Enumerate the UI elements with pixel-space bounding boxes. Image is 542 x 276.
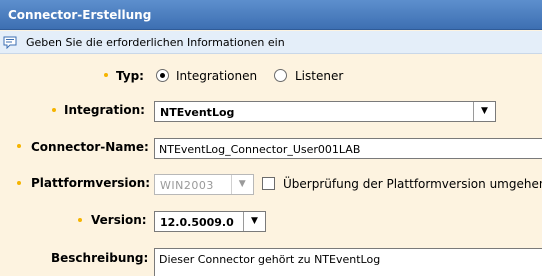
chevron-down-icon[interactable]: ▼ — [473, 102, 495, 121]
required-marker — [104, 73, 108, 77]
info-bar: Geben Sie die erforderlichen Information… — [0, 31, 542, 54]
plattformversion-select: WIN2003 ▼ — [154, 174, 254, 195]
connector-name-input[interactable]: NTEventLog_Connector_User001LAB — [154, 138, 542, 159]
connector-name-label: Connector-Name: — [31, 140, 149, 154]
typ-label: Typ: — [116, 69, 144, 83]
required-marker — [17, 144, 21, 148]
beschreibung-textarea[interactable]: Dieser Connector gehört zu NTEventLog — [154, 248, 542, 276]
integration-value: NTEventLog — [160, 106, 235, 119]
skip-version-check-checkbox[interactable] — [262, 177, 275, 190]
info-message: Geben Sie die erforderlichen Information… — [26, 36, 285, 49]
required-marker — [17, 181, 21, 185]
radio-integrationen-label[interactable]: Integrationen — [176, 69, 257, 83]
radio-listener[interactable] — [274, 69, 287, 82]
window-title: Connector-Erstellung — [0, 0, 542, 30]
version-value: 12.0.5009.0 — [160, 216, 234, 229]
radio-listener-label[interactable]: Listener — [295, 69, 343, 83]
beschreibung-label: Beschreibung: — [51, 251, 149, 265]
integration-label: Integration: — [64, 103, 145, 117]
integration-select[interactable]: NTEventLog ▼ — [154, 101, 496, 122]
skip-version-check-label[interactable]: Überprüfung der Plattformversion umgehen — [283, 177, 542, 191]
chevron-down-icon[interactable]: ▼ — [243, 212, 265, 231]
required-marker — [78, 218, 82, 222]
version-select[interactable]: 12.0.5009.0 ▼ — [154, 211, 266, 232]
speech-bubble-icon — [3, 36, 17, 49]
plattformversion-value: WIN2003 — [160, 179, 214, 192]
radio-integrationen[interactable] — [156, 69, 169, 82]
connector-form: Typ: Integrationen Listener Integration:… — [0, 55, 542, 276]
chevron-down-icon: ▼ — [231, 175, 253, 194]
required-marker — [52, 108, 56, 112]
version-label: Version: — [91, 213, 147, 227]
plattformversion-label: Plattformversion: — [31, 176, 151, 190]
